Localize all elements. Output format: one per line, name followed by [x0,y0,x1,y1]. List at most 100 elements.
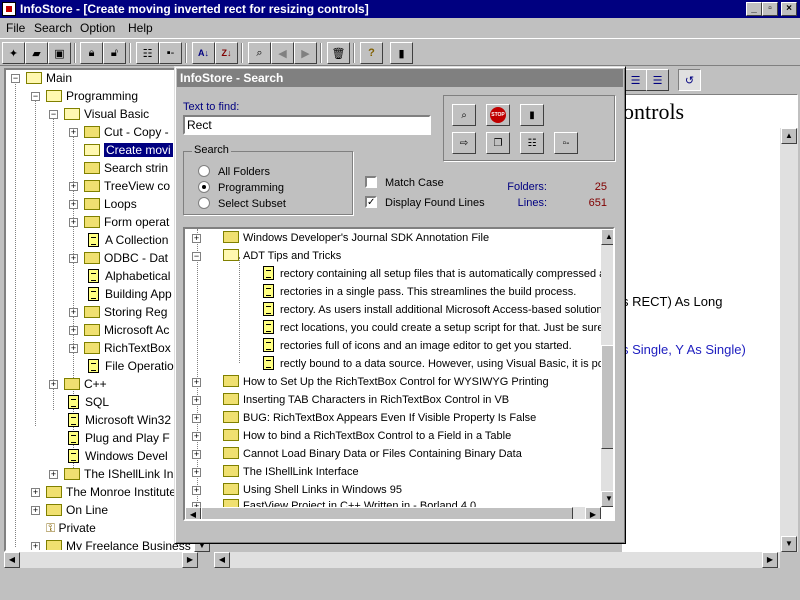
align-center-icon[interactable]: ☰ [624,69,647,91]
tree-item[interactable]: − Main [8,70,72,87]
expand-icon[interactable]: + [192,450,201,459]
expand-icon[interactable]: + [192,234,201,243]
expand-icon[interactable]: + [69,182,78,191]
radio-button[interactable] [198,165,210,178]
result-folder[interactable]: + How to Set Up the RichTextBox Control f… [185,373,549,391]
exit-door-icon[interactable]: ▮ [390,42,413,64]
tree-item[interactable]: − Visual Basic [46,106,149,123]
result-folder[interactable]: − ADT Tips and Tricks [185,247,341,265]
collapse-icon[interactable]: − [11,74,20,83]
tree-item[interactable]: Windows Devel [46,448,168,465]
tree-item-selected[interactable]: Create movi [66,142,173,159]
tree-item[interactable]: + C++ [46,376,107,393]
radio-select-subset[interactable]: Select Subset [198,197,286,211]
scroll-left-arrow-icon[interactable]: ◀ [185,507,201,519]
expand-icon[interactable]: + [192,432,201,441]
collapse-icon[interactable]: − [31,92,40,101]
result-line[interactable]: rect locations, you could create a setup… [185,319,603,337]
tree-item[interactable]: Search strin [66,160,168,177]
open-folder-icon[interactable]: ▰ [25,42,48,64]
result-line[interactable]: rectories full of icons and an image edi… [185,337,572,355]
scroll-left-arrow-icon[interactable]: ◀ [214,552,230,568]
radio-button[interactable] [198,197,210,210]
exit-door-icon[interactable]: ▮ [520,104,544,126]
scroll-right-arrow-icon[interactable]: ▶ [182,552,198,568]
tree-item[interactable]: A Collection [66,232,168,249]
expand-icon[interactable]: + [69,200,78,209]
tree-item[interactable]: Microsoft Win32 [46,412,171,429]
menu-help[interactable]: Help [128,21,153,35]
stop-icon[interactable]: STOP [486,104,510,126]
document-body[interactable]: s RECT) As Long s Single, Y As Single) [622,128,780,552]
tree-item[interactable]: + The Monroe Institute [28,484,176,501]
refresh-icon[interactable]: ↺ [678,69,701,91]
display-found-lines-checkbox[interactable]: ✓ [365,196,377,209]
expand-icon[interactable]: + [69,344,78,353]
scroll-thumb[interactable] [201,507,573,519]
tree-item[interactable]: + TreeView co [66,178,170,195]
expand-icon[interactable]: + [31,506,40,515]
scroll-down-arrow-icon[interactable]: ▼ [601,491,613,507]
expand-icon[interactable]: + [31,488,40,497]
tree-horizontal-scrollbar[interactable]: ◀ ▶ [4,552,198,568]
result-line[interactable]: rectly bound to a data source. However, … [185,355,609,373]
scroll-down-arrow-icon[interactable]: ▼ [781,536,797,552]
close-button[interactable]: × [781,2,797,16]
align-justify-icon[interactable]: ☰ [646,69,669,91]
scroll-right-arrow-icon[interactable]: ▶ [762,552,778,568]
tree-item[interactable]: + RichTextBox [66,340,171,357]
tree-item[interactable]: + The IShellLink In [46,466,173,483]
collapse-all-icon[interactable]: ▫- [554,132,578,154]
menu-option[interactable]: Option [80,21,115,35]
expand-icon[interactable]: + [192,468,201,477]
scroll-left-arrow-icon[interactable]: ◀ [4,552,20,568]
collapse-icon[interactable]: − [49,110,58,119]
result-folder[interactable]: + How to bind a RichTextBox Control to a … [185,427,511,445]
tree-item[interactable]: + Microsoft Ac [66,322,169,339]
binoculars-icon[interactable]: ⌕ [248,42,271,64]
restore-button[interactable]: ▫ [762,2,778,16]
tree-item[interactable]: − Programming [28,88,138,105]
tree-item[interactable]: + Storing Reg [66,304,167,321]
tree-item[interactable]: + My Freelance Business [28,538,191,550]
search-results-list[interactable]: + Windows Developer's Journal SDK Annotat… [183,227,615,521]
help-icon[interactable]: ? [360,42,383,64]
expand-icon[interactable]: + [69,326,78,335]
new-icon[interactable]: ✦ [2,42,25,64]
list-view-icon[interactable]: ☷ [136,42,159,64]
match-case-option[interactable]: Match Case [365,176,444,190]
menu-search[interactable]: Search [34,21,72,35]
result-line[interactable]: rectory containing all setup files that … [185,265,611,283]
unlock-icon[interactable]: 🔓︎ [103,42,126,64]
collapse-icon[interactable]: ▪- [159,42,182,64]
scroll-up-arrow-icon[interactable]: ▲ [601,229,613,245]
expand-icon[interactable]: + [49,470,58,479]
results-horizontal-scrollbar[interactable]: ◀ ▶ [185,507,601,519]
results-vertical-scrollbar[interactable]: ▲ ▼ [601,229,613,507]
result-line[interactable]: rectories in a single pass. This streaml… [185,283,576,301]
tree-item[interactable]: + On Line [28,502,108,519]
forward-arrow-icon[interactable]: ▶ [294,42,317,64]
radio-programming[interactable]: Programming [198,181,284,195]
display-found-lines-option[interactable]: ✓ Display Found Lines [365,196,485,210]
expand-icon[interactable]: + [31,542,40,550]
tree-item[interactable]: SQL [46,394,109,411]
result-folder[interactable]: + Inserting TAB Characters in RichTextBox… [185,391,509,409]
expand-icon[interactable]: + [69,254,78,263]
result-line[interactable]: rectory. As users install additional Mic… [185,301,611,319]
tree-item[interactable]: File Operatio [66,358,174,375]
expand-icon[interactable]: + [192,486,201,495]
tree-item[interactable]: + Loops [66,196,137,213]
lock-icon[interactable]: 🔒︎ [80,42,103,64]
expand-all-icon[interactable]: ☷ [520,132,544,154]
goto-icon[interactable]: ⇨ [452,132,476,154]
match-case-checkbox[interactable] [365,176,377,189]
sort-ascending-icon[interactable]: A↓ [192,42,215,64]
tree-item[interactable]: Plug and Play F [46,430,170,447]
expand-icon[interactable]: + [49,380,58,389]
dialog-title-bar[interactable]: InfoStore - Search [177,69,623,87]
collapse-icon[interactable]: − [192,252,201,261]
expand-icon[interactable]: + [69,128,78,137]
expand-icon[interactable]: + [192,378,201,387]
result-folder[interactable]: + The IShellLink Interface [185,463,359,481]
